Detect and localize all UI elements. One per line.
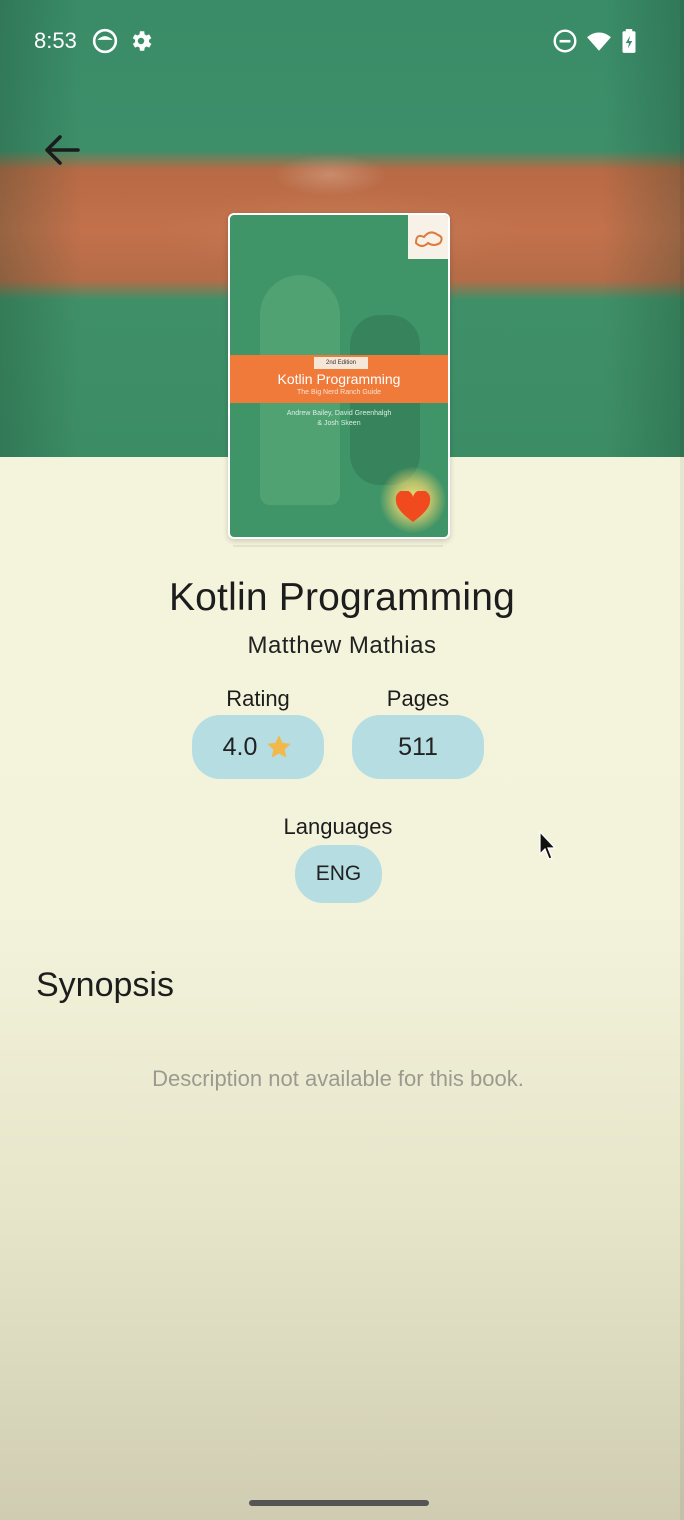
face-icon [92, 28, 118, 54]
cover-title: Kotlin Programming [277, 371, 401, 387]
synopsis-text: Description not available for this book. [152, 1066, 524, 1091]
book-title: Kotlin Programming [168, 576, 516, 619]
battery-charging-icon [622, 29, 636, 53]
back-arrow-icon[interactable] [38, 126, 86, 174]
publisher-logo-icon [414, 231, 443, 247]
rating-chip: 4.0 [192, 715, 324, 779]
languages-label: Languages [283, 814, 393, 839]
wifi-icon [587, 32, 611, 51]
status-bar: 8:53 [0, 0, 684, 82]
star-icon [267, 735, 292, 758]
cover-authors-line: Andrew Bailey, David Greenhalgh [286, 410, 392, 417]
cover-authors-line: & Josh Skeen [317, 420, 361, 427]
mouse-cursor-icon [539, 830, 557, 860]
gesture-nav-handle[interactable] [249, 1500, 429, 1506]
screen-edge [680, 0, 684, 1520]
pages-chip: 511 [352, 715, 484, 779]
pages-value: 511 [398, 732, 438, 761]
rating-value: 4.0 [222, 732, 258, 761]
book-cover[interactable]: 2nd Edition Kotlin Programming The Big N… [228, 213, 450, 539]
rating-label: Rating [226, 686, 290, 711]
do-not-disturb-icon [553, 29, 577, 53]
book-author: Matthew Mathias [247, 632, 437, 659]
status-time: 8:53 [34, 28, 77, 53]
cover-subtitle: The Big Nerd Ranch Guide [296, 389, 382, 396]
publisher-logo [408, 215, 448, 259]
synopsis-heading: Synopsis [36, 966, 174, 1004]
language-chip: ENG [295, 845, 382, 903]
settings-gear-icon [132, 31, 152, 51]
heart-icon[interactable] [395, 491, 431, 523]
cover-divider [233, 545, 443, 547]
language-value: ENG [315, 862, 362, 885]
cover-edition-label: 2nd Edition [314, 357, 368, 369]
cover-authors: Andrew Bailey, David Greenhalgh & Josh S… [230, 409, 448, 429]
pages-label: Pages [386, 686, 450, 711]
